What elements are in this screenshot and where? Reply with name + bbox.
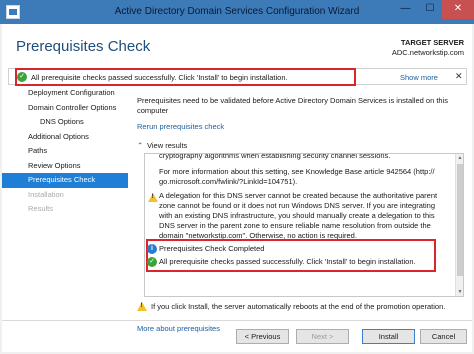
- results-panel[interactable]: cryptography algorithms when establishin…: [144, 153, 464, 297]
- view-results-toggle[interactable]: ⌃ View results: [137, 141, 187, 150]
- cancel-button[interactable]: Cancel: [420, 329, 467, 344]
- next-button: Next >: [296, 329, 349, 344]
- maximize-button[interactable]: ☐: [418, 0, 442, 19]
- result-text: cryptography algorithms when establishin…: [159, 153, 391, 160]
- scroll-down-icon[interactable]: ▼: [456, 289, 463, 295]
- divider: [2, 320, 472, 321]
- sidebar-item-prerequisites-check[interactable]: Prerequisites Check: [2, 173, 128, 188]
- sidebar-item-review-options[interactable]: Review Options: [2, 159, 128, 174]
- sidebar-item-deployment-configuration[interactable]: Deployment Configuration: [2, 86, 128, 101]
- sidebar-item-paths[interactable]: Paths: [2, 144, 128, 159]
- chevron-up-icon: ⌃: [137, 141, 144, 150]
- view-results-label: View results: [147, 141, 188, 150]
- target-server-label: TARGET SERVER: [400, 38, 464, 47]
- target-server-info: TARGET SERVER ADC.networkstip.com: [392, 38, 464, 58]
- warning-text: DNS server in the parent zone to ensure …: [159, 221, 431, 230]
- check-completed-text: Prerequisites Check Completed: [159, 244, 265, 253]
- show-more-link[interactable]: Show more: [400, 73, 438, 82]
- rerun-prerequisites-link[interactable]: Rerun prerequisites check: [137, 122, 224, 131]
- scroll-up-icon[interactable]: ▲: [456, 155, 463, 161]
- results-scrollbar[interactable]: ▲ ▼: [455, 154, 463, 296]
- sidebar-item-domain-controller-options[interactable]: Domain Controller Options: [2, 101, 128, 116]
- target-server-name: ADC.networkstip.com: [391, 48, 464, 57]
- more-about-prerequisites-link[interactable]: More about prerequisites: [137, 324, 220, 333]
- page-title: Prerequisites Check: [16, 38, 151, 55]
- wizard-navigation: Deployment Configuration Domain Controll…: [2, 86, 128, 217]
- success-check-icon: ✓: [147, 257, 157, 267]
- wizard-body: Prerequisites Check TARGET SERVER ADC.ne…: [2, 24, 472, 352]
- install-button[interactable]: Install: [362, 329, 415, 344]
- notification-banner: ✓ All prerequisite checks passed success…: [8, 68, 467, 86]
- check-passed-text: All prerequisite checks passed successfu…: [159, 257, 416, 266]
- highlight-box: [15, 68, 356, 86]
- close-window-button[interactable]: ✕: [442, 0, 474, 19]
- result-text: For more information about this setting,…: [159, 167, 435, 176]
- scroll-thumb[interactable]: [457, 164, 463, 276]
- info-icon: i: [147, 244, 157, 254]
- intro-text: Prerequisites need to be validated befor…: [137, 96, 448, 115]
- title-bar: Active Directory Domain Services Configu…: [0, 0, 474, 24]
- warning-text: A delegation for this DNS server cannot …: [159, 191, 438, 200]
- sidebar-item-dns-options[interactable]: DNS Options: [2, 115, 128, 130]
- sidebar-item-installation: Installation: [28, 189, 64, 199]
- reboot-notice-text: If you click Install, the server automat…: [151, 302, 446, 311]
- warning-icon: [148, 193, 158, 202]
- sidebar-item-results: Results: [28, 204, 54, 213]
- close-banner-icon[interactable]: ✕: [455, 71, 463, 82]
- warning-icon: [137, 302, 147, 311]
- previous-button[interactable]: < Previous: [236, 329, 289, 344]
- main-content: Prerequisites need to be validated befor…: [128, 86, 472, 333]
- warning-text: with an existing DNS infrastructure, you…: [159, 211, 435, 220]
- minimize-button[interactable]: —: [393, 0, 418, 19]
- warning-text: zone cannot be found or it does not run …: [159, 201, 435, 210]
- sidebar-item-additional-options[interactable]: Additional Options: [2, 130, 128, 145]
- result-text: go.microsoft.com/fwlink/?LinkId=104751).: [159, 177, 298, 186]
